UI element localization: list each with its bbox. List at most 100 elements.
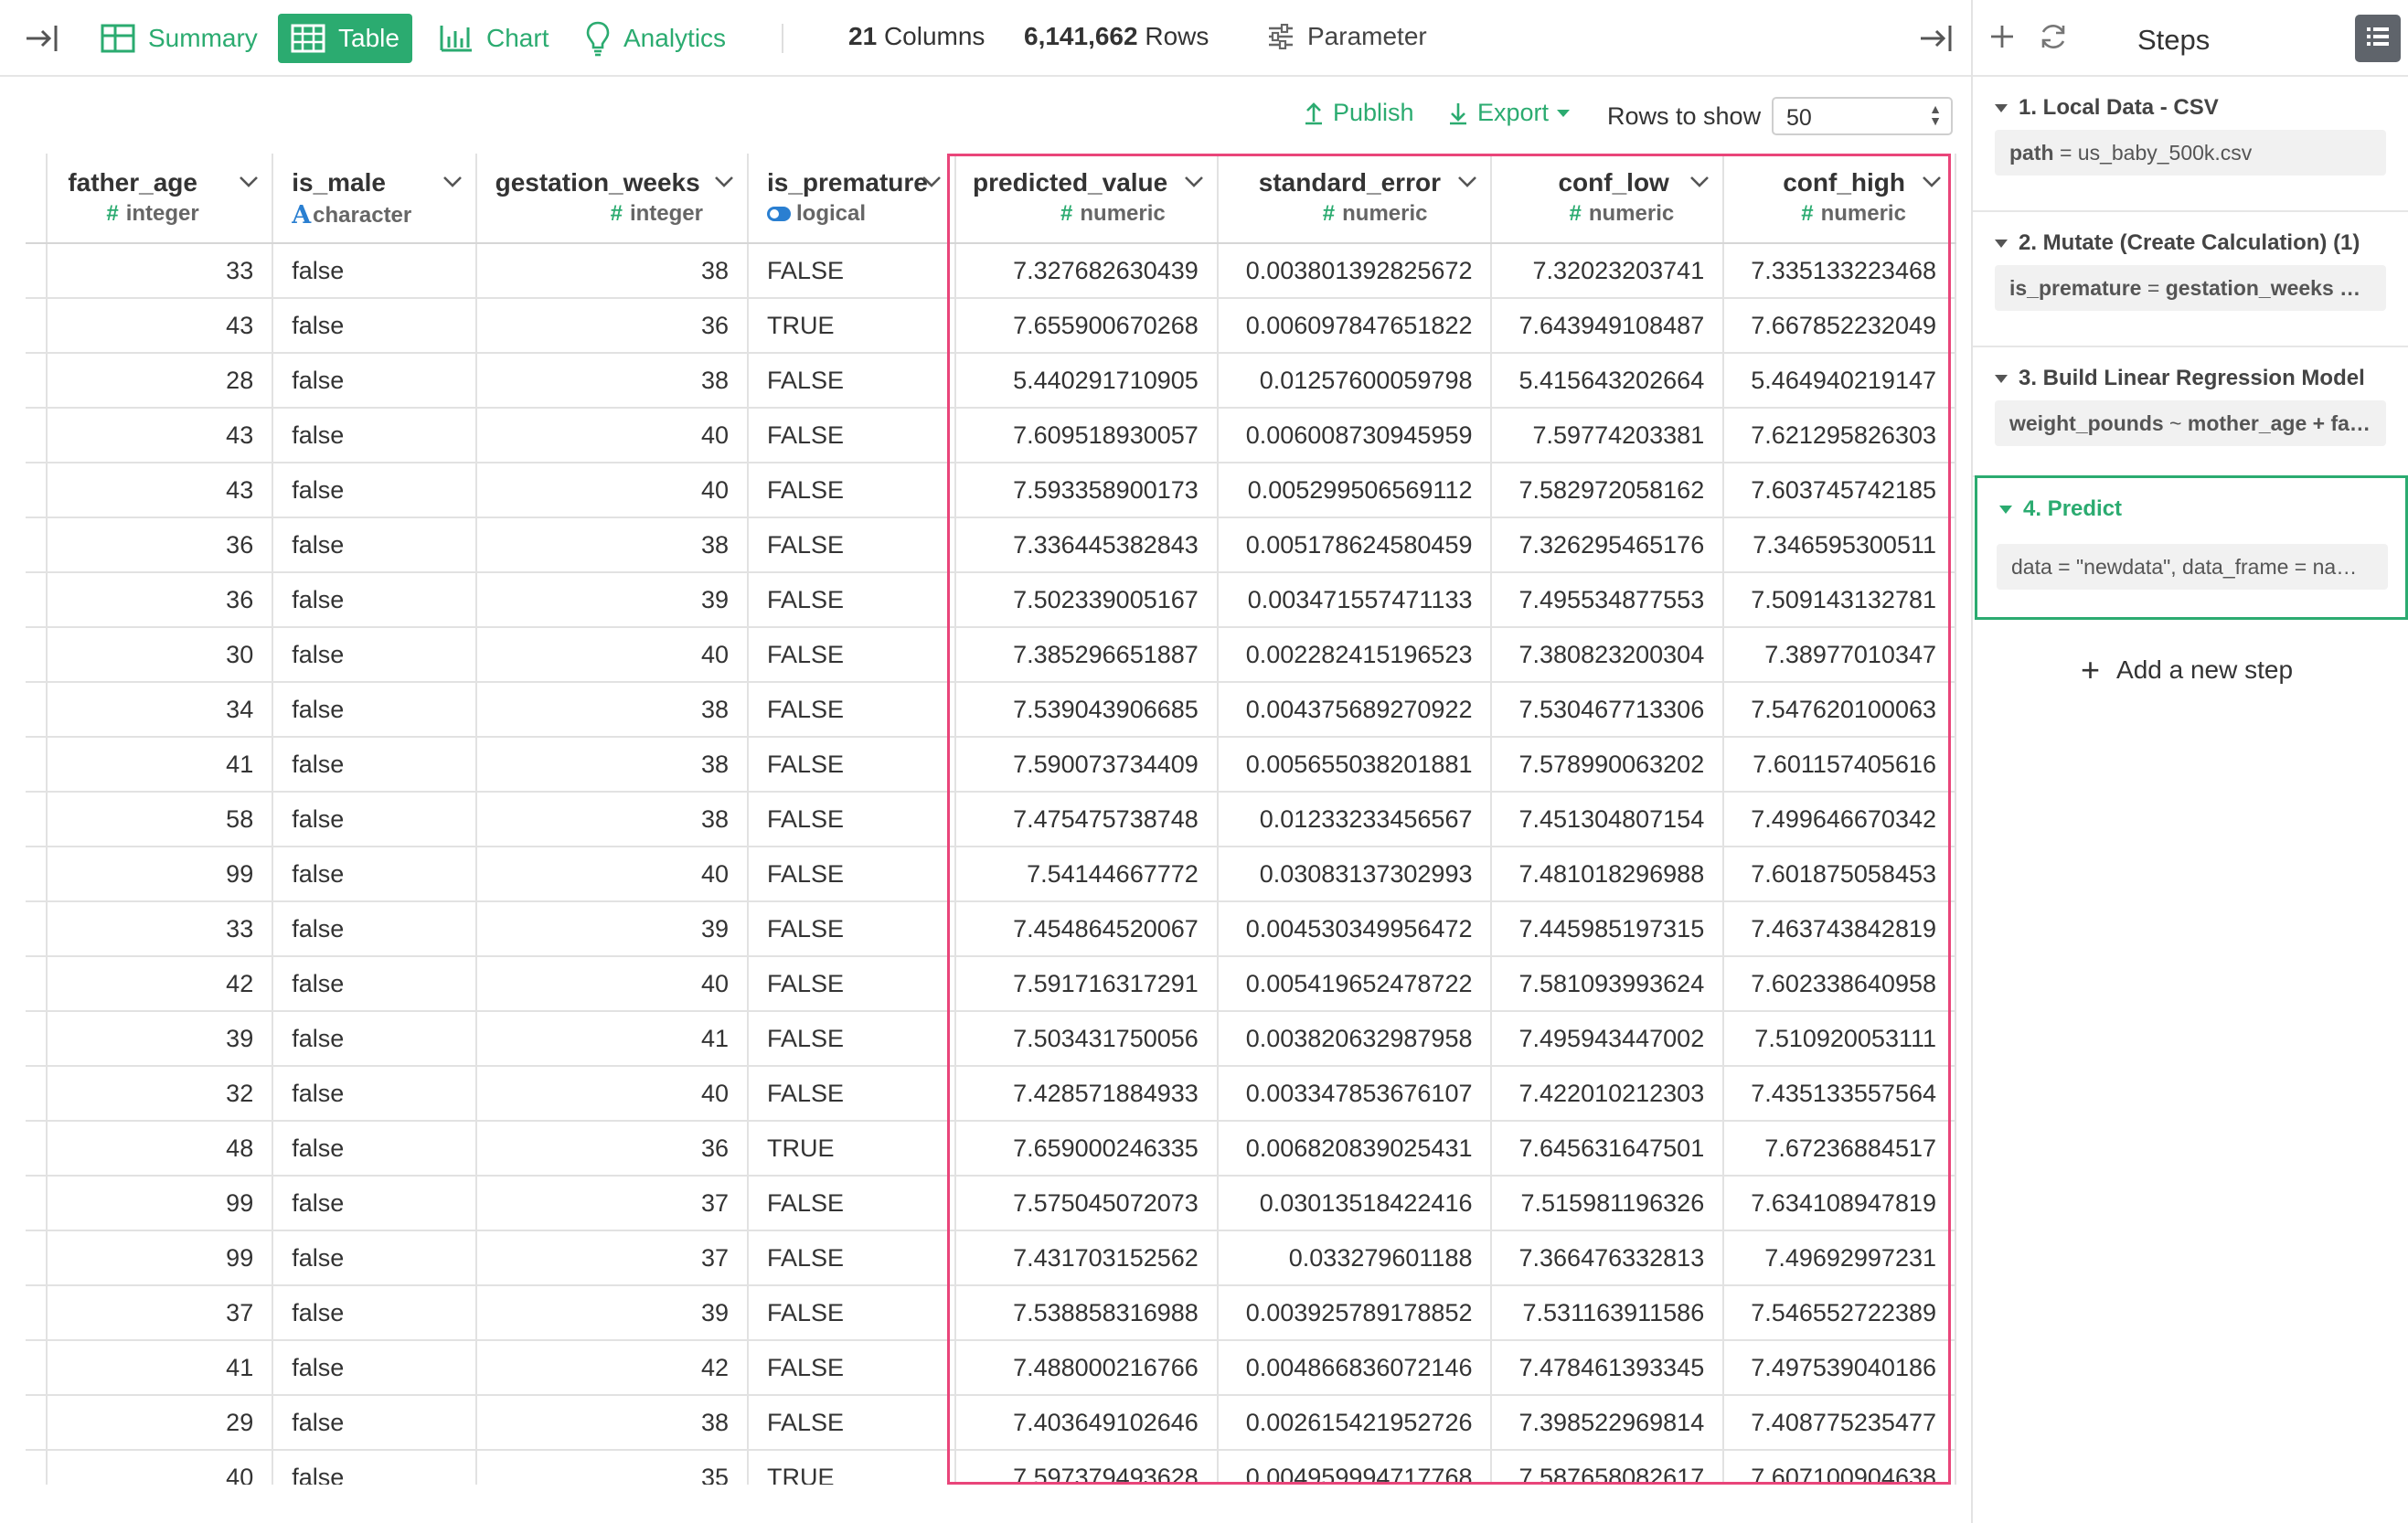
- cell-predicted-value[interactable]: 5.440291710905: [955, 353, 1219, 409]
- cell-is-male[interactable]: false: [272, 1285, 477, 1341]
- cell-predicted-value[interactable]: 7.431703152562: [955, 1230, 1219, 1286]
- cell-is-premature[interactable]: FALSE: [747, 901, 957, 957]
- cell-is-premature[interactable]: FALSE: [747, 1395, 957, 1451]
- cell-conf-high[interactable]: 7.435133557564: [1723, 1066, 1956, 1122]
- step-build-linear-regression[interactable]: 3. Build Linear Regression Model weight_…: [1973, 349, 2408, 477]
- cell-predicted-value[interactable]: 7.590073734409: [955, 737, 1219, 793]
- cell-conf-low[interactable]: 7.380823200304: [1491, 627, 1725, 683]
- cell-gestation-weeks[interactable]: 40: [475, 627, 749, 683]
- cell-standard-error[interactable]: 0.006097847651822: [1217, 298, 1493, 354]
- cell-standard-error[interactable]: 0.003471557471133: [1217, 572, 1493, 628]
- cell-standard-error[interactable]: 0.003925789178852: [1217, 1285, 1493, 1341]
- cell-conf-high[interactable]: 7.603745742185: [1723, 463, 1956, 518]
- cell-father-age[interactable]: 36: [47, 517, 274, 573]
- cell-conf-high[interactable]: 7.547620100063: [1723, 682, 1956, 738]
- cell-conf-low[interactable]: 7.515981196326: [1491, 1176, 1725, 1231]
- cell-father-age[interactable]: 29: [47, 1395, 274, 1451]
- cell-predicted-value[interactable]: 7.502339005167: [955, 572, 1219, 628]
- cell-gestation-weeks[interactable]: 35: [475, 1450, 749, 1485]
- tab-table[interactable]: Table: [278, 14, 412, 63]
- cell-is-male[interactable]: false: [272, 792, 477, 847]
- cell-gestation-weeks[interactable]: 38: [475, 1395, 749, 1451]
- cell-standard-error[interactable]: 0.006820839025431: [1217, 1121, 1493, 1177]
- cell-conf-low[interactable]: 7.645631647501: [1491, 1121, 1725, 1177]
- export-button[interactable]: Export: [1448, 99, 1571, 127]
- cell-is-male[interactable]: false: [272, 1340, 477, 1396]
- cell-predicted-value[interactable]: 7.488000216766: [955, 1340, 1219, 1396]
- cell-is-premature[interactable]: FALSE: [747, 792, 957, 847]
- cell-conf-low[interactable]: 7.582972058162: [1491, 463, 1725, 518]
- cell-conf-high[interactable]: 7.509143132781: [1723, 572, 1956, 628]
- cell-conf-high[interactable]: 7.335133223468: [1723, 243, 1956, 299]
- cell-is-premature[interactable]: TRUE: [747, 1450, 957, 1485]
- cell-conf-low[interactable]: 7.451304807154: [1491, 792, 1725, 847]
- cell-is-premature[interactable]: FALSE: [747, 1011, 957, 1067]
- parameter-button[interactable]: Parameter: [1267, 22, 1427, 51]
- cell-father-age[interactable]: 33: [47, 243, 274, 299]
- cell-standard-error[interactable]: 0.003820632987958: [1217, 1011, 1493, 1067]
- column-menu-chevron-down-icon[interactable]: [237, 172, 261, 190]
- cell-standard-error[interactable]: 0.003347853676107: [1217, 1066, 1493, 1122]
- cell-father-age[interactable]: 99: [47, 1176, 274, 1231]
- cell-gestation-weeks[interactable]: 36: [475, 1121, 749, 1177]
- cell-conf-high[interactable]: 7.634108947819: [1723, 1176, 1956, 1231]
- cell-is-premature[interactable]: TRUE: [747, 1121, 957, 1177]
- cell-predicted-value[interactable]: 7.428571884933: [955, 1066, 1219, 1122]
- cell-conf-high[interactable]: 5.464940219147: [1723, 353, 1956, 409]
- column-header-father-age[interactable]: father_age # integer: [47, 154, 274, 244]
- cell-is-premature[interactable]: FALSE: [747, 956, 957, 1012]
- cell-gestation-weeks[interactable]: 38: [475, 243, 749, 299]
- cell-father-age[interactable]: 28: [47, 353, 274, 409]
- cell-predicted-value[interactable]: 7.539043906685: [955, 682, 1219, 738]
- cell-conf-low[interactable]: 7.531163911586: [1491, 1285, 1725, 1341]
- column-header-is-male[interactable]: is_male Acharacter: [272, 154, 477, 244]
- cell-conf-low[interactable]: 7.587658082617: [1491, 1450, 1725, 1485]
- cell-predicted-value[interactable]: 7.336445382843: [955, 517, 1219, 573]
- cell-is-male[interactable]: false: [272, 408, 477, 463]
- cell-gestation-weeks[interactable]: 40: [475, 1066, 749, 1122]
- cell-is-male[interactable]: false: [272, 901, 477, 957]
- cell-is-male[interactable]: false: [272, 298, 477, 354]
- cell-predicted-value[interactable]: 7.385296651887: [955, 627, 1219, 683]
- cell-is-premature[interactable]: FALSE: [747, 1340, 957, 1396]
- cell-standard-error[interactable]: 0.03013518422416: [1217, 1176, 1493, 1231]
- column-menu-chevron-down-icon[interactable]: [1688, 172, 1711, 190]
- cell-gestation-weeks[interactable]: 40: [475, 956, 749, 1012]
- cell-standard-error[interactable]: 0.004866836072146: [1217, 1340, 1493, 1396]
- cell-gestation-weeks[interactable]: 39: [475, 572, 749, 628]
- cell-conf-high[interactable]: 7.463743842819: [1723, 901, 1956, 957]
- cell-is-premature[interactable]: FALSE: [747, 1230, 957, 1286]
- cell-gestation-weeks[interactable]: 37: [475, 1230, 749, 1286]
- cell-conf-high[interactable]: 7.408775235477: [1723, 1395, 1956, 1451]
- cell-gestation-weeks[interactable]: 42: [475, 1340, 749, 1396]
- cell-predicted-value[interactable]: 7.593358900173: [955, 463, 1219, 518]
- cell-conf-high[interactable]: 7.499646670342: [1723, 792, 1956, 847]
- cell-standard-error[interactable]: 0.003801392825672: [1217, 243, 1493, 299]
- step-summary[interactable]: path = us_baby_500k.csv: [1995, 130, 2386, 176]
- tab-analytics[interactable]: Analytics: [572, 14, 739, 63]
- cell-father-age[interactable]: 34: [47, 682, 274, 738]
- cell-father-age[interactable]: 43: [47, 408, 274, 463]
- cell-is-premature[interactable]: FALSE: [747, 1066, 957, 1122]
- cell-predicted-value[interactable]: 7.454864520067: [955, 901, 1219, 957]
- column-menu-chevron-down-icon[interactable]: [920, 172, 943, 190]
- cell-conf-low[interactable]: 7.478461393345: [1491, 1340, 1725, 1396]
- cell-predicted-value[interactable]: 7.327682630439: [955, 243, 1219, 299]
- cell-predicted-value[interactable]: 7.54144667772: [955, 847, 1219, 902]
- cell-predicted-value[interactable]: 7.591716317291: [955, 956, 1219, 1012]
- column-header-gestation-weeks[interactable]: gestation_weeks # integer: [475, 154, 749, 244]
- cell-is-male[interactable]: false: [272, 1395, 477, 1451]
- column-menu-chevron-down-icon[interactable]: [1455, 172, 1479, 190]
- cell-standard-error[interactable]: 0.004375689270922: [1217, 682, 1493, 738]
- step-local-data-csv[interactable]: 1. Local Data - CSV path = us_baby_500k.…: [1973, 79, 2408, 212]
- cell-is-male[interactable]: false: [272, 682, 477, 738]
- step-mutate[interactable]: 2. Mutate (Create Calculation) (1) is_pr…: [1973, 214, 2408, 347]
- cell-standard-error[interactable]: 0.03083137302993: [1217, 847, 1493, 902]
- cell-is-premature[interactable]: FALSE: [747, 353, 957, 409]
- cell-conf-low[interactable]: 7.366476332813: [1491, 1230, 1725, 1286]
- cell-conf-low[interactable]: 7.643949108487: [1491, 298, 1725, 354]
- cell-gestation-weeks[interactable]: 40: [475, 847, 749, 902]
- cell-father-age[interactable]: 43: [47, 463, 274, 518]
- cell-gestation-weeks[interactable]: 36: [475, 298, 749, 354]
- cell-is-male[interactable]: false: [272, 956, 477, 1012]
